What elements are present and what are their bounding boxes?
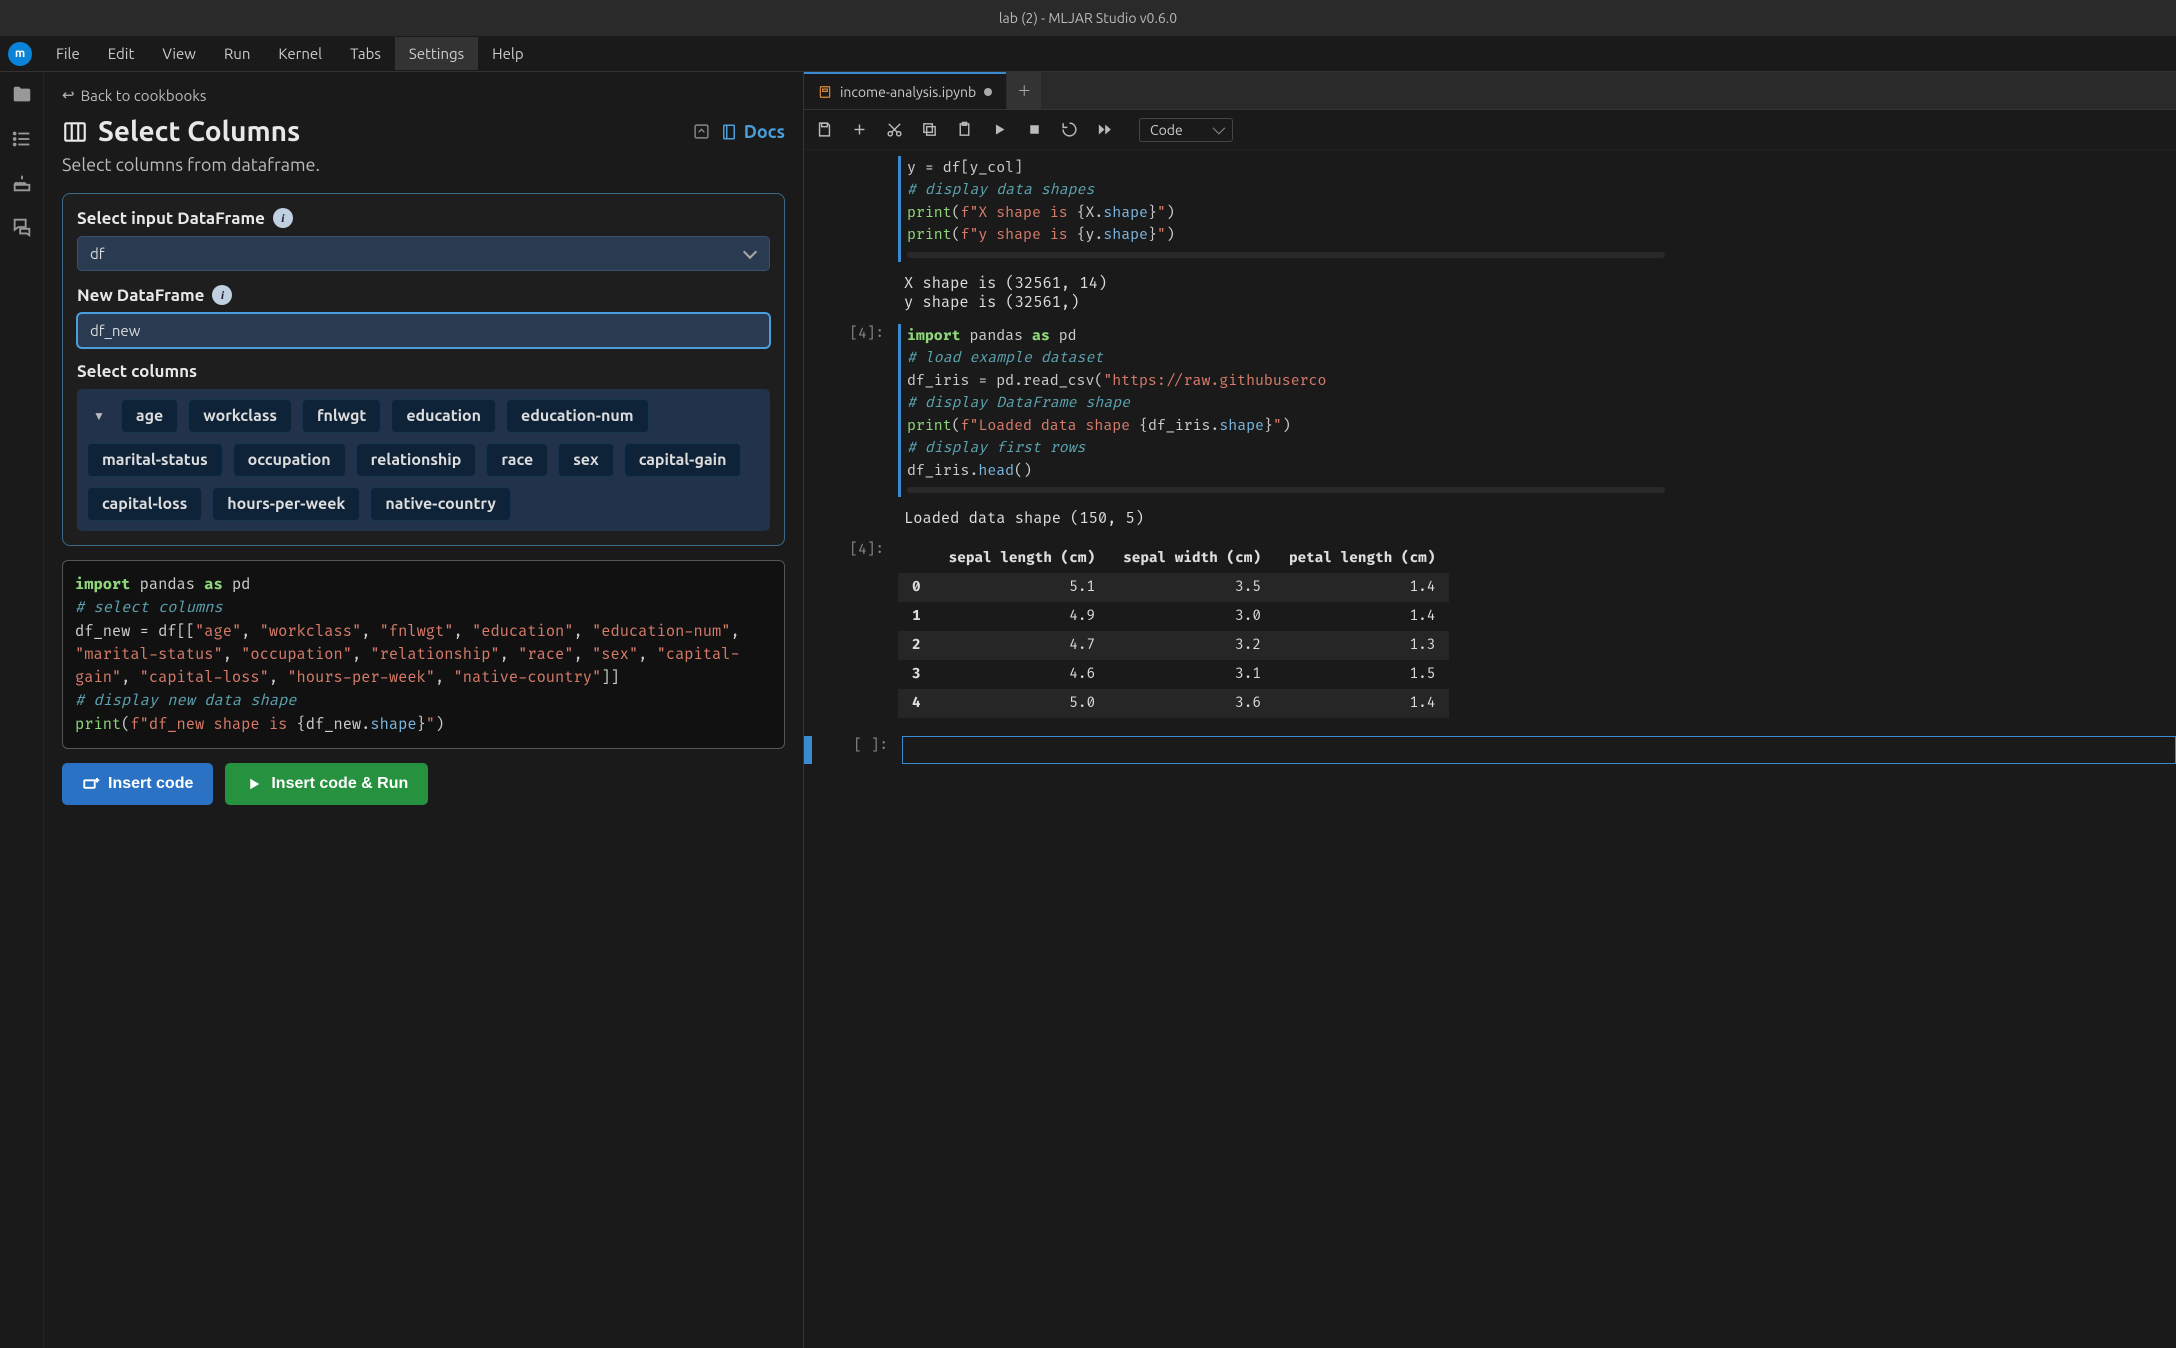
menu-settings[interactable]: Settings (395, 37, 478, 70)
insert-icon (82, 775, 100, 793)
input-dataframe-select[interactable]: df (77, 236, 770, 271)
table-row: 34.63.11.5 (898, 660, 1449, 689)
folder-icon[interactable] (11, 84, 33, 106)
new-dataframe-label: New DataFrame i (77, 285, 770, 305)
docs-link[interactable]: Docs (720, 122, 785, 142)
form-box: Select input DataFrame i df New DataFram… (62, 193, 785, 546)
column-chip[interactable]: education (391, 399, 496, 433)
table-row: 45.03.61.4 (898, 689, 1449, 718)
cell-output: X shape is (32561, 14) y shape is (32561… (898, 270, 2176, 316)
cake-icon[interactable] (11, 172, 33, 194)
cell-type-select[interactable]: Code (1139, 118, 1233, 142)
page-subtitle: Select columns from dataframe. (62, 155, 785, 175)
chips-collapse-toggle[interactable]: ▼ (87, 405, 111, 427)
collapse-icon[interactable] (693, 123, 710, 140)
menu-help[interactable]: Help (478, 37, 537, 70)
menu-tabs[interactable]: Tabs (336, 37, 395, 70)
back-arrow-icon: ↩ (62, 86, 75, 104)
code-cell[interactable]: import pandas as pd # load example datas… (898, 324, 2176, 497)
column-chip[interactable]: marital-status (87, 443, 223, 477)
cell-prompt: [4]: (804, 540, 892, 718)
code-cell[interactable]: y = df[y_col] # display data shapes prin… (898, 156, 2176, 262)
menubar: m FileEditViewRunKernelTabsSettingsHelp (0, 36, 2176, 72)
table-header: petal length (cm) (1275, 544, 1449, 573)
dataframe-table: sepal length (cm)sepal width (cm)petal l… (898, 544, 1449, 718)
column-chip[interactable]: occupation (233, 443, 346, 477)
cut-icon[interactable] (886, 121, 903, 138)
page-title: Select Columns (62, 116, 300, 147)
menu-run[interactable]: Run (210, 37, 264, 70)
notebook-panel: income-analysis.ipynb ＋ Code (804, 72, 2176, 1348)
notebook-body[interactable]: y = df[y_col] # display data shapes prin… (804, 150, 2176, 1348)
cell-output: Loaded data shape (150, 5) (898, 505, 2176, 532)
column-chip[interactable]: native-country (370, 487, 511, 521)
menu-file[interactable]: File (42, 37, 94, 70)
add-cell-icon[interactable] (851, 121, 868, 138)
table-row: 05.13.51.4 (898, 573, 1449, 602)
menu-kernel[interactable]: Kernel (264, 37, 336, 70)
list-icon[interactable] (11, 128, 33, 150)
run-icon[interactable] (991, 121, 1008, 138)
column-chip[interactable]: relationship (356, 443, 477, 477)
table-header: sepal length (cm) (935, 544, 1109, 573)
cell-prompt: [4]: (804, 324, 892, 497)
table-row: 14.93.01.4 (898, 602, 1449, 631)
column-chip[interactable]: hours-per-week (212, 487, 360, 521)
window-titlebar: lab (2) - MLJAR Studio v0.6.0 (0, 0, 2176, 36)
columns-chip-container: ▼ age workclass fnlwgt education education-n… (77, 389, 770, 531)
chat-icon[interactable] (11, 216, 33, 238)
new-dataframe-input[interactable]: df_new (77, 313, 770, 348)
column-chip[interactable]: race (486, 443, 548, 477)
insert-and-run-button[interactable]: Insert code & Run (225, 763, 428, 805)
notebook-tabstrip: income-analysis.ipynb ＋ (804, 72, 2176, 110)
window-title: lab (2) - MLJAR Studio v0.6.0 (999, 10, 1177, 26)
cell-prompt: [ ]: (818, 736, 896, 764)
info-icon[interactable]: i (273, 208, 293, 228)
table-row: 24.73.21.3 (898, 631, 1449, 660)
scrollbar[interactable] (907, 487, 1665, 493)
table-header (898, 544, 935, 573)
book-icon (720, 123, 738, 141)
column-chip[interactable]: capital-gain (624, 443, 742, 477)
activity-rail (0, 72, 44, 1348)
menu-edit[interactable]: Edit (94, 37, 149, 70)
unsaved-dot-icon (984, 88, 992, 96)
generated-code-preview: import pandas as pd # select columns df_… (62, 560, 785, 749)
play-icon (245, 775, 263, 793)
select-columns-label: Select columns (77, 362, 770, 381)
copy-icon[interactable] (921, 121, 938, 138)
insert-code-button[interactable]: Insert code (62, 763, 213, 805)
info-icon[interactable]: i (212, 285, 232, 305)
code-cell-active[interactable] (902, 736, 2176, 764)
column-chip[interactable]: fnlwgt (302, 399, 381, 433)
cookbook-panel: ↩ Back to cookbooks Select Columns Docs … (44, 72, 804, 1348)
add-tab-button[interactable]: ＋ (1007, 72, 1041, 109)
column-chip[interactable]: education-num (506, 399, 648, 433)
column-chip[interactable]: sex (558, 443, 613, 477)
column-chip[interactable]: capital-loss (87, 487, 202, 521)
notebook-toolbar: Code (804, 110, 2176, 150)
stop-icon[interactable] (1026, 121, 1043, 138)
columns-icon (62, 119, 88, 145)
scrollbar[interactable] (907, 252, 1665, 258)
cell-prompt (804, 156, 892, 262)
back-to-cookbooks-link[interactable]: ↩ Back to cookbooks (62, 86, 785, 104)
save-icon[interactable] (816, 121, 833, 138)
notebook-icon (818, 85, 832, 99)
restart-icon[interactable] (1061, 121, 1078, 138)
column-chip[interactable]: age (121, 399, 178, 433)
input-dataframe-label: Select input DataFrame i (77, 208, 770, 228)
app-logo-icon: m (8, 42, 32, 66)
table-header: sepal width (cm) (1109, 544, 1275, 573)
menu-view[interactable]: View (148, 37, 210, 70)
notebook-tab[interactable]: income-analysis.ipynb (804, 72, 1006, 109)
active-cell-marker (804, 736, 812, 764)
paste-icon[interactable] (956, 121, 973, 138)
column-chip[interactable]: workclass (188, 399, 292, 433)
run-all-icon[interactable] (1096, 121, 1113, 138)
